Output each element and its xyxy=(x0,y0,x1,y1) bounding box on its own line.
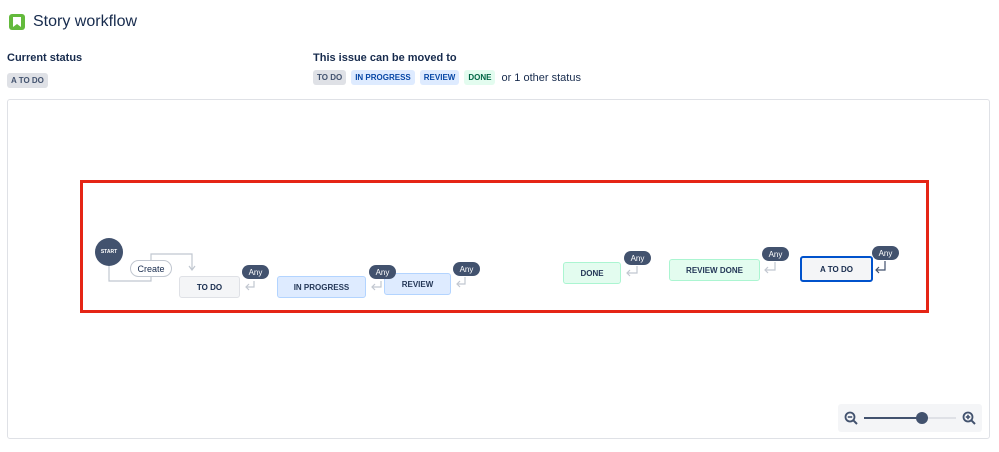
zoom-slider-fill xyxy=(864,417,922,419)
any-transition-review-done[interactable]: Any xyxy=(762,247,789,261)
create-transition[interactable]: Create xyxy=(130,260,172,277)
transition-target-in-progress[interactable]: IN PROGRESS xyxy=(351,70,415,85)
zoom-in-icon[interactable] xyxy=(962,411,976,425)
transition-target-done[interactable]: DONE xyxy=(464,70,496,85)
status-node-review-done[interactable]: REVIEW DONE xyxy=(669,259,760,281)
current-status-heading: Current status xyxy=(7,52,83,64)
any-transition-review[interactable]: Any xyxy=(453,262,480,276)
transitions-heading: This issue can be moved to xyxy=(313,52,457,64)
current-status: A TO DO xyxy=(7,70,48,88)
other-status-link[interactable]: or 1 other status xyxy=(501,72,581,84)
zoom-controls xyxy=(838,404,982,432)
any-transition-to-do[interactable]: Any xyxy=(242,265,269,279)
transition-target-review[interactable]: REVIEW xyxy=(419,70,460,85)
status-node-in-progress[interactable]: IN PROGRESS xyxy=(277,276,366,298)
any-transition-done[interactable]: Any xyxy=(624,251,651,265)
any-transition-a-to-do[interactable]: Any xyxy=(872,246,899,260)
story-icon xyxy=(9,14,25,30)
zoom-slider-handle[interactable] xyxy=(915,412,928,424)
zoom-slider[interactable] xyxy=(864,412,956,424)
any-transition-in-progress[interactable]: Any xyxy=(369,265,396,279)
page-title: Story workflow xyxy=(33,13,138,30)
transition-targets: TO DO IN PROGRESS REVIEW DONE or 1 other… xyxy=(313,70,581,85)
status-node-to-do[interactable]: TO DO xyxy=(179,276,240,298)
status-node-a-to-do[interactable]: A TO DO xyxy=(800,256,873,282)
transition-target-to-do[interactable]: TO DO xyxy=(313,70,347,85)
start-node: START xyxy=(95,238,123,266)
status-node-done[interactable]: DONE xyxy=(563,262,621,284)
header: Story workflow xyxy=(9,13,137,31)
current-status-lozenge: A TO DO xyxy=(7,73,48,88)
zoom-out-icon[interactable] xyxy=(844,411,858,425)
